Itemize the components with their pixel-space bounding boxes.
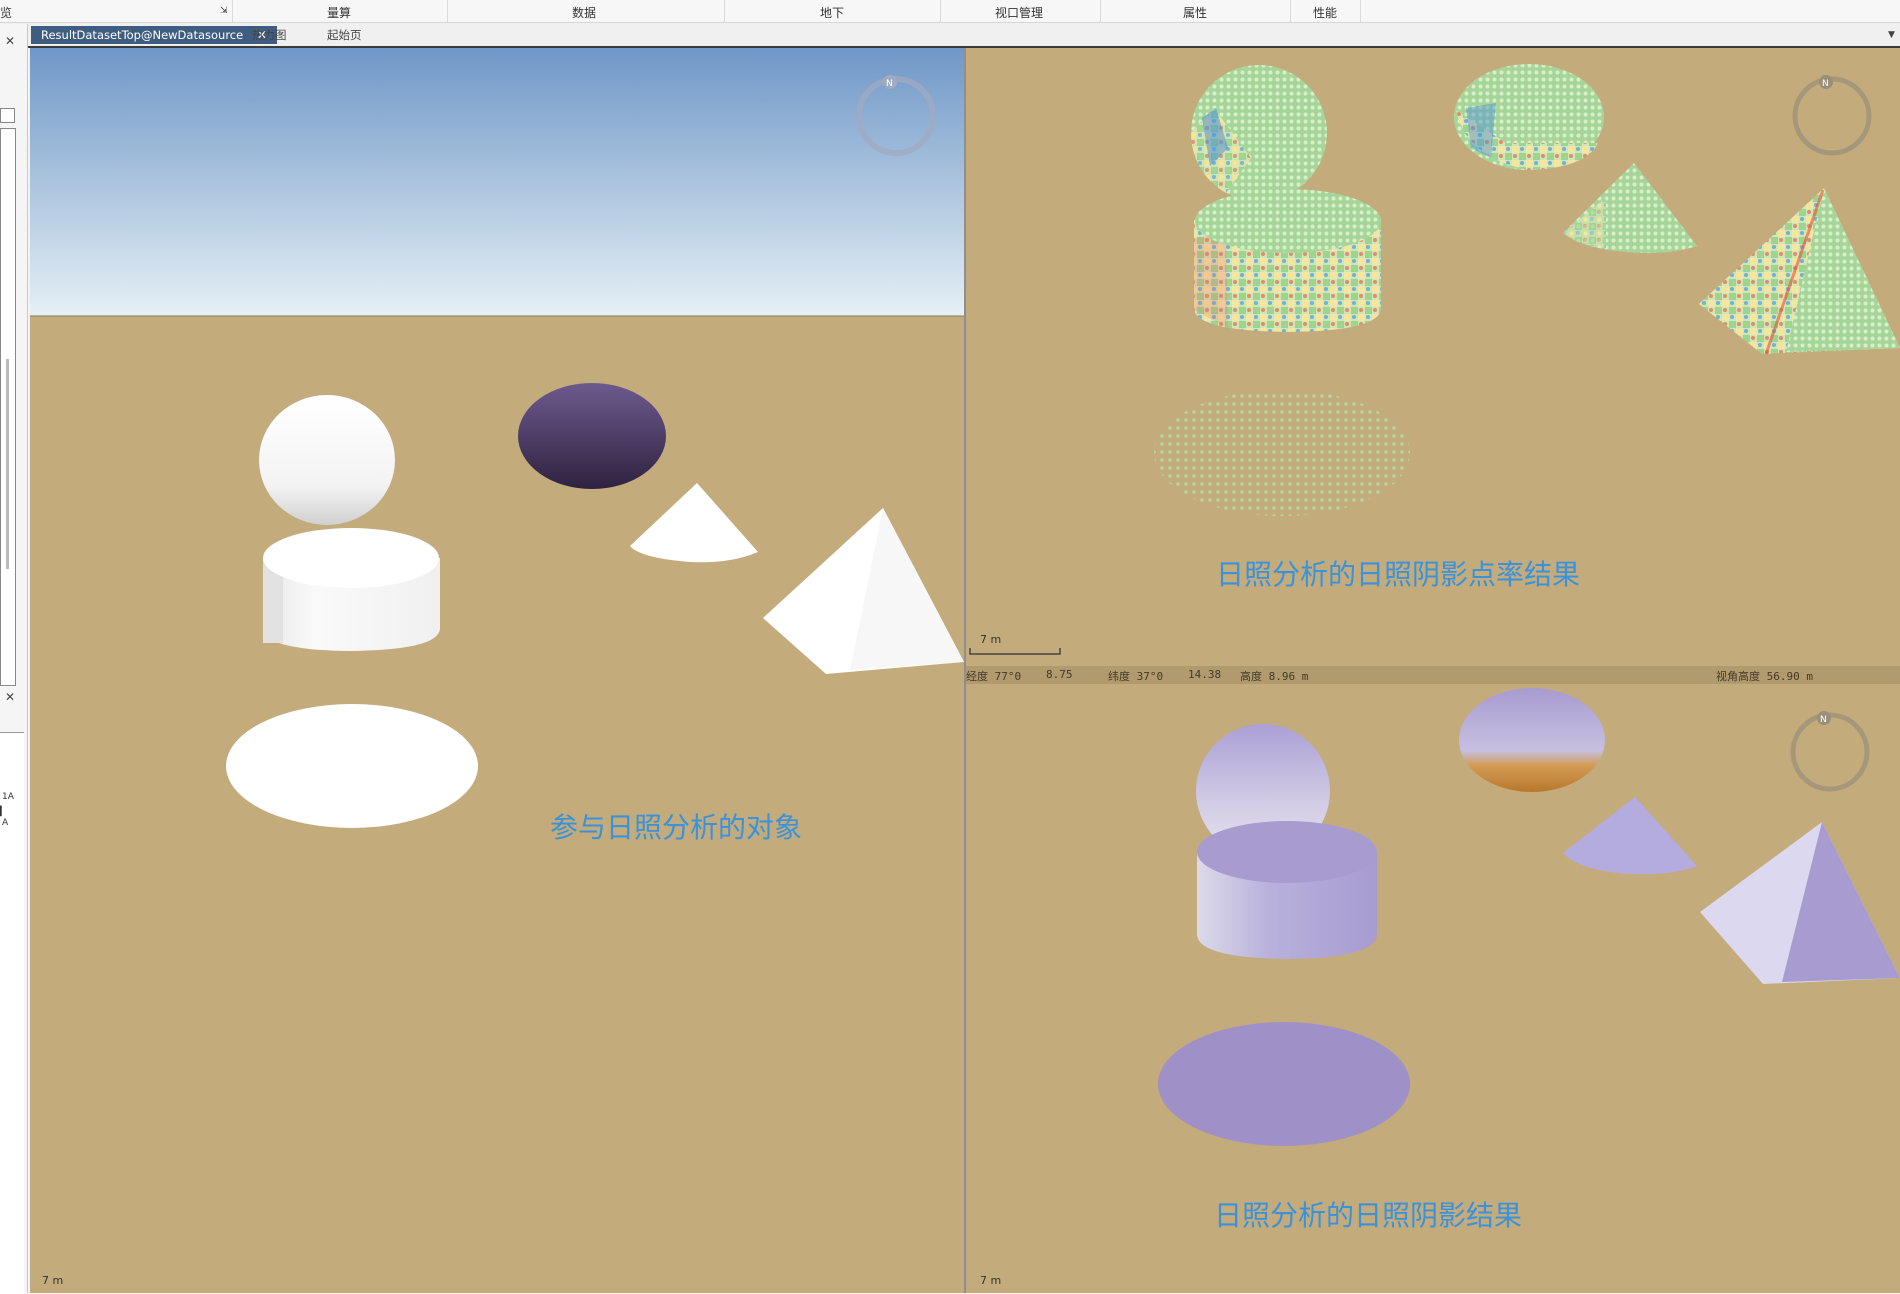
scrollbar-thumb[interactable]: [6, 359, 9, 569]
tab-heatmap[interactable]: 热力图: [252, 26, 287, 44]
status-height: 高度 8.96 m: [1240, 670, 1309, 683]
viewport-left[interactable]: N 参与日照分析的对象 7 m: [30, 48, 964, 1293]
compass-icon[interactable]: N: [1792, 75, 1872, 156]
ribbon-group-properties[interactable]: 属性: [1183, 4, 1207, 21]
tab-result-dataset-label: ResultDatasetTop@NewDatasource: [41, 28, 244, 42]
sky: [30, 48, 964, 316]
flat-disc-shadow[interactable]: [1158, 1022, 1410, 1146]
status-value: 14.38: [1188, 668, 1222, 681]
status-value: 8.75: [1046, 668, 1073, 681]
expand-icon[interactable]: ⇲: [220, 6, 228, 16]
ribbon-group-measure[interactable]: 量算: [327, 4, 351, 21]
tab-start-page[interactable]: 起始页: [327, 26, 362, 44]
compass-label: N: [886, 79, 893, 89]
close-icon[interactable]: ✕: [5, 34, 15, 48]
compass-label: N: [1820, 715, 1827, 725]
compass-icon[interactable]: N: [1790, 711, 1870, 792]
ribbon-group-performance[interactable]: 性能: [1313, 4, 1337, 21]
list-item: ▎: [0, 807, 7, 817]
cone-object[interactable]: [630, 483, 758, 563]
ellipsoid-shadow[interactable]: [1459, 688, 1605, 792]
ellipsoid-object[interactable]: [518, 383, 666, 489]
layer-list-panel: 1A ▎ A: [0, 732, 24, 1294]
scale-label: 7 m: [42, 1274, 64, 1287]
chevron-down-icon[interactable]: ▼: [1888, 26, 1895, 44]
status-camera-height: 视角高度 56.90 m: [1716, 670, 1813, 683]
close-icon[interactable]: ✕: [5, 690, 15, 704]
status-latitude: 纬度 37°0: [1108, 670, 1164, 683]
dropdown-box[interactable]: [0, 108, 15, 123]
caption-shadow: 日照分析的日照阴影结果: [1214, 1199, 1523, 1232]
flat-disc-object[interactable]: [226, 704, 478, 828]
document-tab-bar: ResultDatasetTop@NewDatasource ✕ 热力图 起始页…: [0, 23, 1900, 48]
caption-objects: 参与日照分析的对象: [550, 811, 803, 844]
status-bar: 经度 77°0 8.75 纬度 37°0 14.38 高度 8.96 m 视角高…: [966, 666, 1900, 684]
ribbon-bar: 览 ⇲ 量算 数据 地下 视口管理 属性 性能: [0, 0, 1900, 23]
ribbon-group-browse[interactable]: 览: [0, 4, 12, 21]
caption-point-rate: 日照分析的日照阴影点率结果: [1216, 558, 1581, 591]
scale-label: 7 m: [980, 633, 1002, 646]
ribbon-group-data[interactable]: 数据: [572, 4, 596, 21]
viewport-bottom-right[interactable]: N 日照分析的日照阴影结果 7 m: [966, 684, 1900, 1293]
tab-result-dataset[interactable]: ResultDatasetTop@NewDatasource ✕: [31, 26, 277, 44]
left-dock-panel: ✕ ✕ 1A ▎ A: [0, 24, 28, 1294]
status-longitude: 经度 77°0: [966, 670, 1022, 683]
compass-label: N: [1822, 79, 1829, 89]
list-item[interactable]: A: [2, 818, 8, 828]
flat-disc-result[interactable]: [1154, 390, 1410, 516]
sphere-object[interactable]: [259, 395, 395, 525]
ribbon-group-underground[interactable]: 地下: [820, 4, 844, 21]
cone-shadow[interactable]: [1563, 797, 1697, 875]
list-item[interactable]: 1A: [2, 792, 14, 802]
scene-objects: N: [30, 48, 964, 828]
ribbon-group-viewport[interactable]: 视口管理: [995, 4, 1043, 21]
viewport-top-right[interactable]: N 日照分析的日照阴影点率结果 7 m: [966, 48, 1900, 666]
tree-panel[interactable]: [0, 128, 16, 686]
scale-label: 7 m: [980, 1274, 1002, 1287]
